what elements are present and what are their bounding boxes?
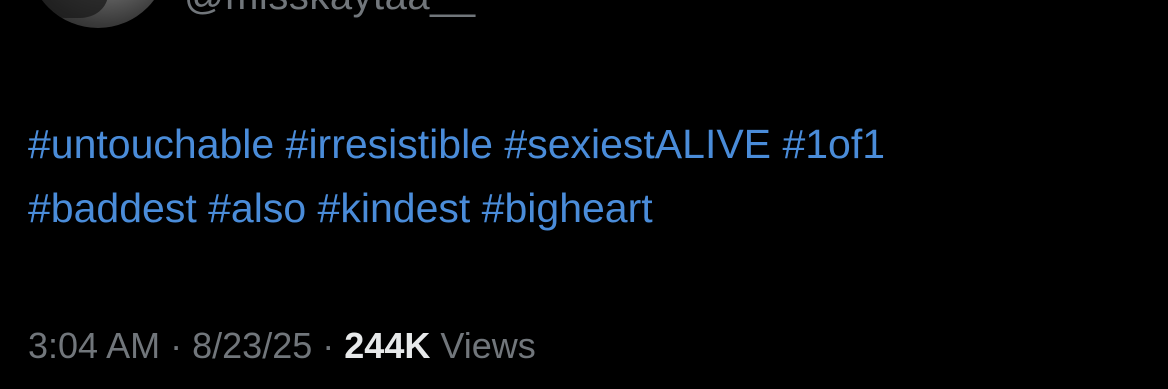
- avatar[interactable]: [28, 0, 168, 28]
- hashtag-link[interactable]: #irresistible: [286, 121, 493, 167]
- hashtag-link[interactable]: #sexiestALIVE: [504, 121, 771, 167]
- tweet: @misskaytaa__ #untouchable #irresistible…: [0, 0, 1168, 389]
- author-handle[interactable]: @misskaytaa__: [184, 0, 476, 16]
- hashtag-link[interactable]: #1of1: [782, 121, 885, 167]
- tweet-time[interactable]: 3:04 AM: [28, 325, 160, 366]
- meta-separator: ·: [170, 325, 183, 366]
- tweet-date[interactable]: 8/23/25: [192, 325, 312, 366]
- hashtag-link[interactable]: #untouchable: [28, 121, 274, 167]
- hashtag-link[interactable]: #bigheart: [482, 185, 653, 231]
- tweet-meta: 3:04 AM · 8/23/25 · 244K Views: [28, 322, 536, 370]
- tweet-text-line: #baddest #also #kindest #bigheart: [28, 176, 1148, 240]
- hashtag-link[interactable]: #baddest: [28, 185, 197, 231]
- tweet-text-line: #untouchable #irresistible #sexiestALIVE…: [28, 112, 1148, 176]
- hashtag-link[interactable]: #also: [208, 185, 306, 231]
- tweet-text: #untouchable #irresistible #sexiestALIVE…: [28, 112, 1148, 240]
- avatar-image: [38, 0, 108, 18]
- views-label: Views: [440, 325, 536, 366]
- meta-separator: ·: [322, 325, 335, 366]
- hashtag-link[interactable]: #kindest: [318, 185, 471, 231]
- views-count: 244K: [344, 325, 431, 366]
